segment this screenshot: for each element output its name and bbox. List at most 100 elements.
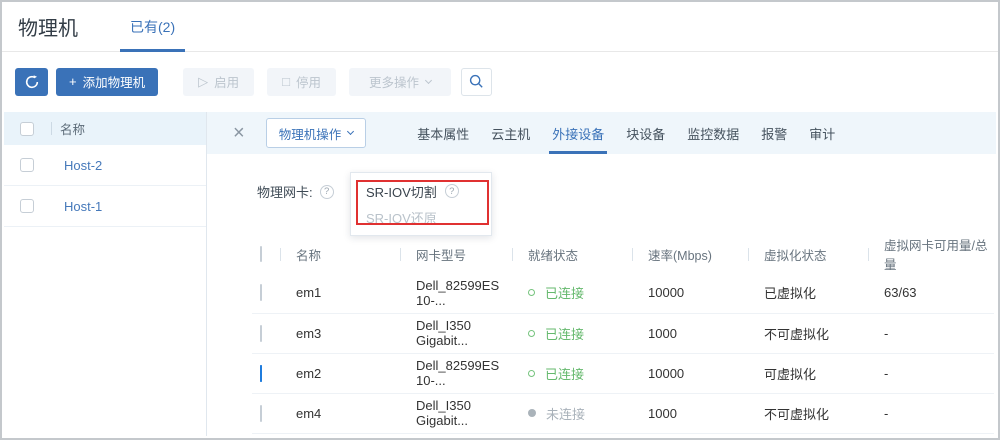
table-row: em1 Dell_82599ES 10-... 已连接 10000 已虚拟化 6… [252, 273, 994, 313]
nic-table: 名称 网卡型号 就绪状态 速率(Mbps) 虚拟化状态 虚拟网卡可用量/总量 e… [252, 235, 994, 434]
select-all-hosts-checkbox[interactable] [20, 122, 34, 136]
close-icon[interactable]: × [233, 123, 245, 143]
host-checkbox[interactable] [20, 199, 34, 213]
enable-label: 启用 [214, 72, 239, 91]
tab-existing[interactable]: 已有(2) [120, 2, 185, 52]
chevron-down-icon [347, 128, 354, 135]
table-row: em4 Dell_I350 Gigabit... 未连接 1000 不可虚拟化 … [252, 393, 994, 433]
nic-available: - [868, 313, 994, 353]
nic-table-header-row: 名称 网卡型号 就绪状态 速率(Mbps) 虚拟化状态 虚拟网卡可用量/总量 [252, 235, 994, 273]
nic-name: em1 [280, 273, 400, 313]
host-actions-button[interactable]: 物理机操作 [266, 118, 367, 148]
nic-name: em3 [280, 313, 400, 353]
status-badge: 已连接 [528, 283, 632, 302]
host-list-item[interactable]: Host-1 [4, 186, 206, 227]
host-checkbox[interactable] [20, 158, 34, 172]
menu-item-sriov-split[interactable]: SR-IOV切割 ? [351, 178, 491, 204]
refresh-button[interactable] [15, 68, 48, 96]
nic-speed: 10000 [632, 273, 748, 313]
tab-block-devices[interactable]: 块设备 [615, 112, 676, 154]
play-icon: ▷ [198, 74, 208, 90]
tab-audit[interactable]: 审计 [798, 112, 846, 154]
nic-virtualization: 不可虚拟化 [748, 313, 868, 353]
nic-virtualization: 不可虚拟化 [748, 393, 868, 433]
sriov-actions-menu: SR-IOV切割 ? SR-IOV还原 [350, 172, 492, 236]
host-link[interactable]: Host-2 [64, 158, 102, 173]
nic-checkbox[interactable] [260, 405, 262, 422]
disable-button[interactable]: □ 停用 [267, 68, 336, 96]
col-header-status: 就绪状态 [512, 235, 632, 273]
physical-machine-page: 物理机 已有(2) + 添加物理机 ▷ 启用 □ 停用 更多操作 [0, 0, 1000, 440]
nic-available: - [868, 353, 994, 393]
more-actions-button[interactable]: 更多操作 [349, 68, 451, 96]
host-link[interactable]: Host-1 [64, 199, 102, 214]
col-header-speed: 速率(Mbps) [632, 235, 748, 273]
add-host-label: 添加物理机 [83, 72, 146, 91]
nic-speed: 1000 [632, 313, 748, 353]
enable-button[interactable]: ▷ 启用 [183, 68, 254, 96]
col-header-name: 名称 [280, 235, 400, 273]
tab-basic-properties[interactable]: 基本属性 [406, 112, 480, 154]
nic-model: Dell_82599ES 10-... [400, 353, 512, 393]
nic-available: 63/63 [868, 273, 994, 313]
help-icon[interactable]: ? [445, 184, 459, 198]
nic-available: - [868, 393, 994, 433]
search-button[interactable] [461, 68, 492, 96]
tab-monitoring-data[interactable]: 监控数据 [676, 112, 750, 154]
nic-model: Dell_82599ES 10-... [400, 273, 512, 313]
tab-active-underline [549, 151, 607, 154]
nic-speed: 10000 [632, 353, 748, 393]
host-list-header: 名称 [4, 112, 206, 145]
col-header-virtualization: 虚拟化状态 [748, 235, 868, 273]
more-actions-label: 更多操作 [369, 72, 419, 91]
nic-checkbox[interactable] [260, 365, 262, 382]
content-area: 名称 Host-2 Host-1 × 物理机操作 基本属性 云 [4, 112, 996, 436]
menu-item-sriov-restore[interactable]: SR-IOV还原 [351, 204, 491, 230]
select-all-nics-checkbox[interactable] [260, 246, 262, 262]
page-title: 物理机 [2, 12, 78, 41]
host-name-column-header: 名称 [60, 119, 85, 138]
nic-checkbox[interactable] [260, 284, 262, 301]
connected-icon [528, 330, 535, 337]
refresh-icon [24, 74, 40, 90]
status-badge: 未连接 [528, 404, 632, 423]
plus-icon: + [69, 74, 77, 89]
search-icon [468, 73, 485, 90]
table-row: em2 Dell_82599ES 10-... 已连接 10000 可虚拟化 - [252, 353, 994, 393]
host-list-panel: 名称 Host-2 Host-1 [4, 112, 207, 436]
status-badge: 已连接 [528, 324, 632, 343]
nic-checkbox[interactable] [260, 325, 262, 342]
host-list-item[interactable]: Host-2 [4, 145, 206, 186]
physical-nic-label-row: 物理网卡: ? [257, 182, 334, 201]
tab-existing-label: 已有(2) [130, 17, 175, 37]
tab-active-underline [120, 49, 185, 52]
connected-icon [528, 289, 535, 296]
disable-label: 停用 [296, 72, 321, 91]
disconnected-icon [528, 409, 536, 417]
tab-alerts[interactable]: 报警 [750, 112, 798, 154]
nic-name: em2 [280, 353, 400, 393]
add-host-button[interactable]: + 添加物理机 [56, 68, 158, 96]
detail-tabs: 基本属性 云主机 外接设备 块设备 监控数据 报警 审计 [406, 112, 846, 154]
tab-external-devices[interactable]: 外接设备 [541, 112, 615, 154]
page-header: 物理机 已有(2) [2, 2, 998, 52]
nic-name: em4 [280, 393, 400, 433]
connected-icon [528, 370, 535, 377]
status-badge: 已连接 [528, 364, 632, 383]
nic-model: Dell_I350 Gigabit... [400, 393, 512, 433]
host-detail-panel: × 物理机操作 基本属性 云主机 外接设备 块设备 监控数据 报警 审计 物理网… [207, 112, 996, 436]
nic-virtualization: 已虚拟化 [748, 273, 868, 313]
nic-speed: 1000 [632, 393, 748, 433]
table-row: em3 Dell_I350 Gigabit... 已连接 1000 不可虚拟化 … [252, 313, 994, 353]
col-header-model: 网卡型号 [400, 235, 512, 273]
host-actions-label: 物理机操作 [279, 124, 342, 143]
nic-virtualization: 可虚拟化 [748, 353, 868, 393]
nic-model: Dell_I350 Gigabit... [400, 313, 512, 353]
detail-header: × 物理机操作 基本属性 云主机 外接设备 块设备 监控数据 报警 审计 [207, 112, 996, 154]
help-icon[interactable]: ? [320, 185, 334, 199]
header-divider [51, 122, 52, 135]
stop-icon: □ [282, 74, 290, 89]
col-header-available: 虚拟网卡可用量/总量 [868, 235, 994, 273]
toolbar: + 添加物理机 ▷ 启用 □ 停用 更多操作 [2, 52, 998, 111]
tab-vm-instances[interactable]: 云主机 [480, 112, 541, 154]
